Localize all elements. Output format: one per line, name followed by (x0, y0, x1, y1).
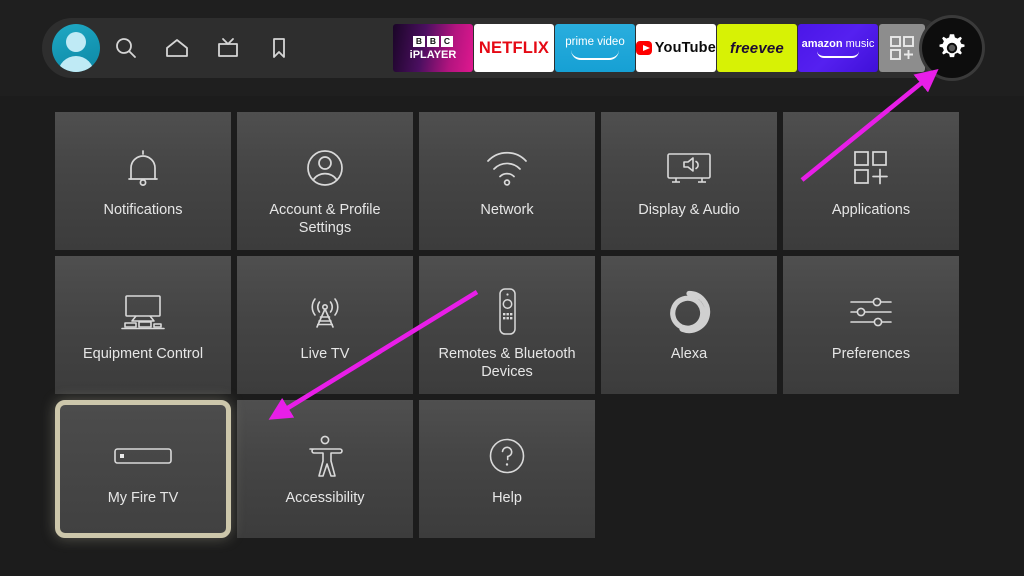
tile-label: Accessibility (285, 490, 365, 506)
applications-grid-icon (849, 142, 893, 194)
tile-equipment-control[interactable]: Equipment Control (55, 256, 231, 394)
app-tile-freevee[interactable]: freevee (717, 24, 797, 72)
equipment-control-icon (117, 286, 169, 338)
settings-gear-button[interactable] (922, 18, 982, 78)
tile-accessibility[interactable]: Accessibility (237, 400, 413, 538)
tile-notifications[interactable]: Notifications (55, 112, 231, 250)
search-icon[interactable] (104, 26, 148, 70)
tile-live-tv[interactable]: Live TV (237, 256, 413, 394)
amazon-music-label: amazon music (801, 38, 875, 51)
tile-label: Preferences (831, 346, 911, 362)
tile-label: Applications (831, 202, 911, 218)
tile-display-audio[interactable]: Display & Audio (601, 112, 777, 250)
avatar-head (66, 32, 86, 52)
tile-label: Alexa (670, 346, 708, 362)
profile-avatar[interactable] (52, 24, 100, 72)
tile-my-fire-tv[interactable]: My Fire TV (55, 400, 231, 538)
home-icon[interactable] (155, 26, 199, 70)
tile-label: Network (480, 202, 534, 218)
bell-icon (121, 142, 165, 194)
tile-label: Help (492, 490, 522, 506)
bbc-iplayer-label: iPLAYER (409, 48, 457, 61)
tile-applications[interactable]: Applications (783, 112, 959, 250)
app-tile-prime-video[interactable]: prime video (555, 24, 635, 72)
tile-label: Equipment Control (82, 346, 204, 362)
tile-help[interactable]: Help (419, 400, 595, 538)
bookmark-icon[interactable] (257, 26, 301, 70)
prime-smile-icon (570, 50, 619, 60)
tile-network[interactable]: Network (419, 112, 595, 250)
tile-label: Live TV (300, 346, 350, 362)
tile-remotes-bluetooth-devices[interactable]: Remotes & Bluetooth Devices (419, 256, 595, 394)
tile-preferences[interactable]: Preferences (783, 256, 959, 394)
apps-grid-button[interactable] (879, 24, 925, 72)
tile-label: Remotes & Bluetooth Devices (438, 346, 576, 380)
fire-tv-stick-icon (111, 430, 175, 482)
settings-grid: Notifications Account & Profile Settings… (55, 112, 969, 538)
amazon-smile-icon (816, 51, 859, 58)
bbc-logo-blocks: BBC (410, 35, 457, 47)
youtube-play-icon (636, 41, 652, 55)
person-circle-icon (302, 142, 348, 194)
tile-label: Account & Profile Settings (269, 202, 381, 236)
accessibility-icon (304, 430, 346, 482)
wifi-icon (483, 142, 531, 194)
app-tile-netflix[interactable]: NETFLIX (474, 24, 554, 72)
top-navigation-bar: BBC iPLAYER NETFLIX prime video YouTube … (0, 0, 1024, 96)
netflix-label: NETFLIX (478, 38, 550, 57)
question-mark-circle-icon (484, 430, 530, 482)
app-tile-bbc-iplayer[interactable]: BBC iPLAYER (393, 24, 473, 72)
remote-control-icon (492, 286, 522, 338)
live-tv-icon[interactable] (206, 26, 250, 70)
tile-label: My Fire TV (107, 490, 179, 506)
app-tile-amazon-music[interactable]: amazon music (798, 24, 878, 72)
tile-label: Display & Audio (638, 202, 740, 218)
app-tile-youtube[interactable]: YouTube (636, 24, 716, 72)
gear-icon (939, 34, 965, 58)
prime-video-label: prime video (565, 36, 625, 49)
tile-label: Notifications (103, 202, 183, 218)
display-audio-icon (662, 142, 716, 194)
sliders-icon (845, 286, 897, 338)
alexa-ring-icon (666, 286, 712, 338)
tile-account-profile-settings[interactable]: Account & Profile Settings (237, 112, 413, 250)
avatar-body (58, 56, 94, 72)
freevee-label: freevee (730, 39, 784, 57)
tile-alexa[interactable]: Alexa (601, 256, 777, 394)
broadcast-tower-icon (301, 286, 349, 338)
youtube-label: YouTube (654, 40, 716, 56)
